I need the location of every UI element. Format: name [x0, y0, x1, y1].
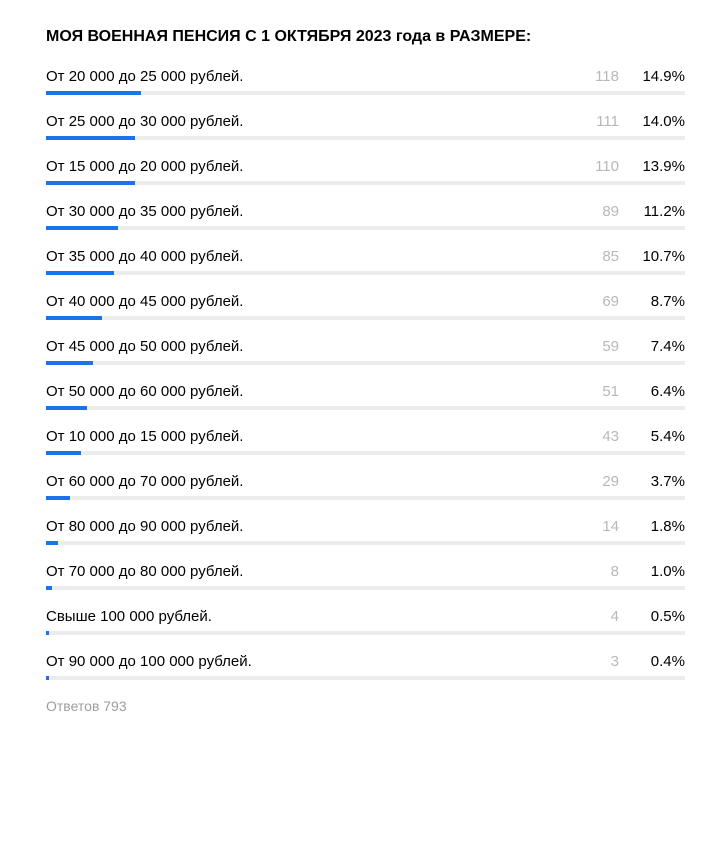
option-bar-track: [46, 406, 685, 410]
option-count: 29: [591, 473, 619, 490]
option-bar-track: [46, 136, 685, 140]
option-bar-fill: [46, 136, 135, 140]
option-bar-fill: [46, 316, 102, 320]
poll-title: МОЯ ВОЕННАЯ ПЕНСИЯ С 1 ОКТЯБРЯ 2023 года…: [46, 28, 685, 46]
poll-option[interactable]: От 60 000 до 70 000 рублей. 29 3.7%: [46, 473, 685, 500]
option-percent: 1.0%: [633, 563, 685, 580]
option-bar-fill: [46, 181, 135, 185]
option-label: От 40 000 до 45 000 рублей.: [46, 293, 577, 310]
poll-option[interactable]: От 80 000 до 90 000 рублей. 14 1.8%: [46, 518, 685, 545]
poll-option[interactable]: От 40 000 до 45 000 рублей. 69 8.7%: [46, 293, 685, 320]
option-label: От 80 000 до 90 000 рублей.: [46, 518, 577, 535]
option-percent: 3.7%: [633, 473, 685, 490]
poll-option[interactable]: Свыше 100 000 рублей. 4 0.5%: [46, 608, 685, 635]
option-count: 8: [591, 563, 619, 580]
poll-option[interactable]: От 70 000 до 80 000 рублей. 8 1.0%: [46, 563, 685, 590]
option-bar-track: [46, 451, 685, 455]
option-bar-track: [46, 271, 685, 275]
option-label: От 10 000 до 15 000 рублей.: [46, 428, 577, 445]
option-bar-fill: [46, 451, 81, 455]
option-bar-track: [46, 226, 685, 230]
poll-option[interactable]: От 30 000 до 35 000 рублей. 89 11.2%: [46, 203, 685, 230]
option-percent: 11.2%: [633, 203, 685, 220]
poll-option[interactable]: От 20 000 до 25 000 рублей. 118 14.9%: [46, 68, 685, 95]
option-bar-fill: [46, 271, 114, 275]
option-percent: 14.9%: [633, 68, 685, 85]
option-label: От 50 000 до 60 000 рублей.: [46, 383, 577, 400]
option-count: 89: [591, 203, 619, 220]
option-count: 4: [591, 608, 619, 625]
option-percent: 0.4%: [633, 653, 685, 670]
poll-option[interactable]: От 90 000 до 100 000 рублей. 3 0.4%: [46, 653, 685, 680]
option-label: От 15 000 до 20 000 рублей.: [46, 158, 577, 175]
option-percent: 8.7%: [633, 293, 685, 310]
option-bar-fill: [46, 586, 52, 590]
option-count: 111: [591, 113, 619, 130]
option-bar-track: [46, 586, 685, 590]
poll-option[interactable]: От 25 000 до 30 000 рублей. 111 14.0%: [46, 113, 685, 140]
option-bar-track: [46, 631, 685, 635]
option-percent: 0.5%: [633, 608, 685, 625]
option-bar-track: [46, 541, 685, 545]
poll-option[interactable]: От 50 000 до 60 000 рублей. 51 6.4%: [46, 383, 685, 410]
option-label: От 90 000 до 100 000 рублей.: [46, 653, 577, 670]
option-bar-track: [46, 676, 685, 680]
option-count: 51: [591, 383, 619, 400]
option-label: Свыше 100 000 рублей.: [46, 608, 577, 625]
option-percent: 10.7%: [633, 248, 685, 265]
option-percent: 14.0%: [633, 113, 685, 130]
poll-option[interactable]: От 45 000 до 50 000 рублей. 59 7.4%: [46, 338, 685, 365]
responses-count: Ответов 793: [46, 698, 685, 714]
poll-option[interactable]: От 15 000 до 20 000 рублей. 110 13.9%: [46, 158, 685, 185]
option-bar-fill: [46, 496, 70, 500]
option-label: От 60 000 до 70 000 рублей.: [46, 473, 577, 490]
option-bar-fill: [46, 406, 87, 410]
option-percent: 6.4%: [633, 383, 685, 400]
option-bar-fill: [46, 226, 118, 230]
option-count: 85: [591, 248, 619, 265]
option-percent: 1.8%: [633, 518, 685, 535]
option-count: 69: [591, 293, 619, 310]
option-bar-track: [46, 316, 685, 320]
option-bar-track: [46, 181, 685, 185]
poll-results-list: От 20 000 до 25 000 рублей. 118 14.9% От 25…: [46, 68, 685, 680]
option-percent: 7.4%: [633, 338, 685, 355]
option-bar-fill: [46, 361, 93, 365]
option-bar-track: [46, 496, 685, 500]
option-count: 14: [591, 518, 619, 535]
option-label: От 25 000 до 30 000 рублей.: [46, 113, 577, 130]
option-bar-track: [46, 361, 685, 365]
option-label: От 70 000 до 80 000 рублей.: [46, 563, 577, 580]
option-bar-fill: [46, 676, 49, 680]
option-bar-fill: [46, 541, 58, 545]
option-count: 110: [591, 158, 619, 175]
option-bar-fill: [46, 91, 141, 95]
option-count: 3: [591, 653, 619, 670]
option-percent: 13.9%: [633, 158, 685, 175]
option-label: От 20 000 до 25 000 рублей.: [46, 68, 577, 85]
option-percent: 5.4%: [633, 428, 685, 445]
poll-option[interactable]: От 35 000 до 40 000 рублей. 85 10.7%: [46, 248, 685, 275]
option-count: 59: [591, 338, 619, 355]
option-label: От 45 000 до 50 000 рублей.: [46, 338, 577, 355]
poll-option[interactable]: От 10 000 до 15 000 рублей. 43 5.4%: [46, 428, 685, 455]
option-count: 43: [591, 428, 619, 445]
option-count: 118: [591, 68, 619, 85]
option-label: От 35 000 до 40 000 рублей.: [46, 248, 577, 265]
option-label: От 30 000 до 35 000 рублей.: [46, 203, 577, 220]
option-bar-fill: [46, 631, 49, 635]
option-bar-track: [46, 91, 685, 95]
